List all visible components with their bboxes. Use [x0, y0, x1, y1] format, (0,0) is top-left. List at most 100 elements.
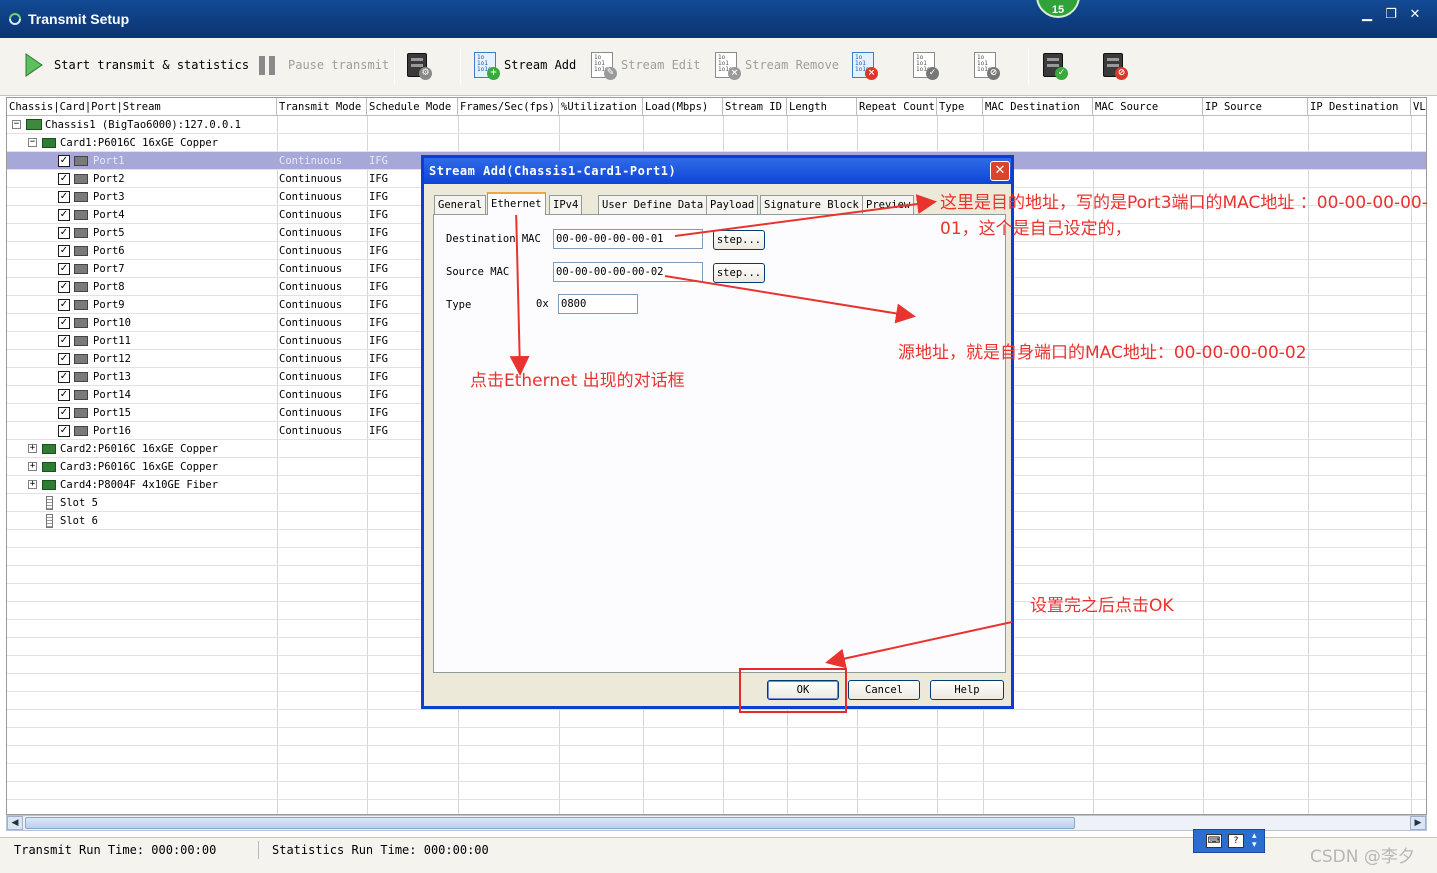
- port-enable-icon: ✓: [1038, 50, 1068, 80]
- column-header[interactable]: %Utilization: [559, 98, 643, 116]
- column-header[interactable]: MAC Source: [1093, 98, 1203, 116]
- keyboard-icon[interactable]: ⌨: [1206, 834, 1222, 848]
- port-checkbox[interactable]: ✓: [58, 407, 70, 419]
- port-checkbox[interactable]: ✓: [58, 317, 70, 329]
- column-header[interactable]: Transmit Mode: [277, 98, 367, 116]
- empty-row: [7, 746, 1426, 764]
- card-icon: [42, 138, 56, 148]
- dialog-close-button[interactable]: ✕: [990, 161, 1010, 181]
- port-settings-icon: ⚙: [402, 50, 432, 80]
- column-header[interactable]: IP Source: [1203, 98, 1308, 116]
- scroll-left-arrow[interactable]: ◀: [7, 816, 23, 830]
- stream-remove-button[interactable]: 1o 1o1 1o1o × Stream Remove: [711, 50, 839, 80]
- port-label: Port13: [93, 371, 131, 383]
- port-checkbox[interactable]: ✓: [58, 299, 70, 311]
- help-button[interactable]: Help: [930, 680, 1004, 700]
- stream-apply-button[interactable]: 1o 1o1 1o1o ✓: [909, 50, 943, 80]
- column-header[interactable]: Length: [787, 98, 857, 116]
- transmit-mode-cell: Continuous: [279, 425, 343, 437]
- stream-disable-button[interactable]: 1o 1o1 1o1o ⊘: [970, 50, 1004, 80]
- column-header[interactable]: Chassis|Card|Port|Stream: [7, 98, 277, 116]
- tab-user-define-data[interactable]: User Define Data: [598, 195, 708, 214]
- column-header[interactable]: MAC Destination: [983, 98, 1093, 116]
- port-disable-button[interactable]: ⊘: [1098, 50, 1132, 80]
- tab-ethernet[interactable]: Ethernet: [487, 192, 546, 215]
- stream-edit-icon: 1o 1o1 1o1o ✎: [587, 50, 617, 80]
- pause-transmit-button[interactable]: Pause transmit: [254, 50, 389, 80]
- schedule-mode-cell: IFG: [369, 353, 388, 365]
- card-label: Card4:P8004F 4x10GE Fiber: [60, 479, 219, 491]
- ime-toolbar[interactable]: ⌨ ? ▴ ▾: [1193, 829, 1265, 853]
- port-icon: [74, 300, 88, 310]
- stream-add-icon: 1o 1o1 1o1o +: [470, 50, 500, 80]
- column-header[interactable]: VL: [1411, 98, 1426, 116]
- expand-toggle-icon[interactable]: +: [28, 462, 37, 471]
- port-checkbox[interactable]: ✓: [58, 353, 70, 365]
- type-input[interactable]: 0800: [558, 294, 638, 314]
- start-transmit-button[interactable]: Start transmit & statistics: [20, 50, 249, 80]
- scroll-thumb[interactable]: [25, 817, 1075, 829]
- tab-payload[interactable]: Payload: [706, 195, 759, 214]
- column-header[interactable]: Load(Mbps): [643, 98, 723, 116]
- stream-remove-icon: 1o 1o1 1o1o ×: [711, 50, 741, 80]
- port-checkbox[interactable]: ✓: [58, 263, 70, 275]
- port-checkbox[interactable]: ✓: [58, 371, 70, 383]
- destination-mac-input[interactable]: 00-00-00-00-00-01: [553, 229, 703, 249]
- stream-clear-button[interactable]: 1o 1o1 1o1o ×: [848, 50, 882, 80]
- tab-general[interactable]: General: [434, 195, 487, 214]
- stream-edit-label: Stream Edit: [621, 58, 701, 72]
- port-settings-button[interactable]: ⚙: [402, 50, 436, 80]
- destination-mac-label: Destination MAC: [446, 233, 541, 245]
- destination-mac-step-button[interactable]: step...: [713, 230, 765, 250]
- schedule-mode-cell: IFG: [369, 173, 388, 185]
- port-checkbox[interactable]: ✓: [58, 155, 70, 167]
- source-mac-step-button[interactable]: step...: [713, 263, 765, 283]
- close-window-button[interactable]: ✕: [1406, 6, 1424, 24]
- help-icon[interactable]: ?: [1228, 834, 1244, 848]
- schedule-mode-cell: IFG: [369, 227, 388, 239]
- port-checkbox[interactable]: ✓: [58, 335, 70, 347]
- transmit-mode-cell: Continuous: [279, 299, 343, 311]
- minimize-button[interactable]: ▁: [1358, 6, 1376, 24]
- port-enable-button[interactable]: ✓: [1038, 50, 1072, 80]
- port-icon: [74, 192, 88, 202]
- chassis-label: Chassis1 (BigTao6000):127.0.0.1: [45, 119, 241, 131]
- port-label: Port1: [93, 155, 125, 167]
- column-header[interactable]: Type: [937, 98, 983, 116]
- collapse-toggle-icon[interactable]: −: [28, 138, 37, 147]
- port-icon: [74, 318, 88, 328]
- restore-button[interactable]: ❐: [1382, 6, 1400, 24]
- ime-menu-icon[interactable]: ▴ ▾: [1252, 832, 1257, 850]
- port-checkbox[interactable]: ✓: [58, 227, 70, 239]
- transmit-mode-cell: Continuous: [279, 209, 343, 221]
- column-header[interactable]: Repeat Count: [857, 98, 937, 116]
- column-header[interactable]: IP Destination: [1308, 98, 1411, 116]
- stream-edit-button[interactable]: 1o 1o1 1o1o ✎ Stream Edit: [587, 50, 700, 80]
- chassis-row[interactable]: − Chassis1 (BigTao6000):127.0.0.1: [7, 116, 1426, 134]
- port-checkbox[interactable]: ✓: [58, 191, 70, 203]
- source-mac-input[interactable]: 00-00-00-00-00-02: [553, 262, 703, 282]
- tab-signature-block[interactable]: Signature Block: [760, 195, 863, 214]
- notification-badge[interactable]: 15: [1036, 0, 1080, 18]
- transmit-mode-cell: Continuous: [279, 173, 343, 185]
- expand-toggle-icon[interactable]: +: [28, 444, 37, 453]
- port-checkbox[interactable]: ✓: [58, 425, 70, 437]
- stream-add-button[interactable]: 1o 1o1 1o1o + Stream Add: [470, 50, 576, 80]
- scroll-right-arrow[interactable]: ▶: [1410, 816, 1426, 830]
- expand-toggle-icon[interactable]: +: [28, 480, 37, 489]
- column-header[interactable]: Frames/Sec(fps): [458, 98, 559, 116]
- port-checkbox[interactable]: ✓: [58, 389, 70, 401]
- port-icon: [74, 336, 88, 346]
- card-row[interactable]: − Card1:P6016C 16xGE Copper: [7, 134, 1426, 152]
- port-checkbox[interactable]: ✓: [58, 281, 70, 293]
- collapse-toggle-icon[interactable]: −: [12, 120, 21, 129]
- column-header[interactable]: Schedule Mode: [367, 98, 458, 116]
- port-checkbox[interactable]: ✓: [58, 209, 70, 221]
- port-checkbox[interactable]: ✓: [58, 173, 70, 185]
- schedule-mode-cell: IFG: [369, 281, 388, 293]
- column-header[interactable]: Stream ID: [723, 98, 787, 116]
- cancel-button[interactable]: Cancel: [848, 680, 920, 700]
- tab-preview[interactable]: Preview: [862, 195, 915, 214]
- port-checkbox[interactable]: ✓: [58, 245, 70, 257]
- tab-ipv4[interactable]: IPv4: [549, 195, 583, 214]
